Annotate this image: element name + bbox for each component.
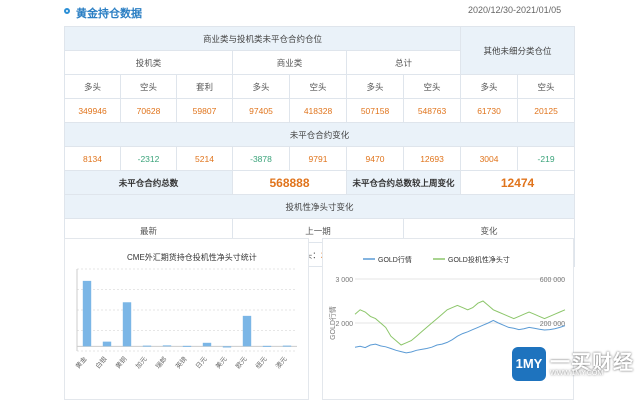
commercial-header: 商业类 <box>232 50 347 75</box>
y-left-label: GOLD行情 <box>328 306 337 340</box>
bar-chart-panel: CME外汇期货持仓投机性净头寸统计 黄金 白银 黄铜 加元 瑞郎 英镑 日元 美元 欧元 纽元 澳元 <box>64 238 309 400</box>
bar <box>282 345 292 347</box>
position-cell: 349946 <box>64 98 121 123</box>
x-tick-label: 加元 <box>133 354 149 370</box>
speculative-header: 投机类 <box>64 50 233 75</box>
bar-chart: 黄金 白银 黄铜 加元 瑞郎 英镑 日元 美元 欧元 纽元 澳元 <box>73 268 297 370</box>
logo-url: WWW.1MY.COM <box>550 370 604 377</box>
y-left-tick: 3 000 <box>335 277 353 284</box>
date-range: 2020/12/30-2021/01/05 <box>468 5 562 15</box>
y-left-tick: 2 000 <box>335 321 353 328</box>
position-cell: 20125 <box>517 98 576 123</box>
x-tick-label: 黄金 <box>73 354 89 370</box>
col-short: 空头 <box>517 74 576 99</box>
col-long: 多头 <box>232 74 290 99</box>
bar <box>142 345 152 347</box>
legend-label: GOLD投机性净头寸 <box>448 255 510 264</box>
x-tick-label: 黄铜 <box>113 354 129 370</box>
position-cell: 418328 <box>289 98 347 123</box>
page-header: 黄金持仓数据 2020/12/30-2021/01/05 <box>0 0 640 26</box>
oi-change-label: 未平仓合约总数较上周变化 <box>345 170 462 195</box>
change-cell: 8134 <box>64 146 121 171</box>
change-cell: 5214 <box>176 146 233 171</box>
oi-total-label: 未平仓合约总数 <box>64 170 233 195</box>
x-tick-label: 纽元 <box>253 354 269 370</box>
bar <box>222 346 232 348</box>
col-spread: 套利 <box>176 74 233 99</box>
x-tick-label: 英镑 <box>173 354 189 370</box>
change-cell: 9791 <box>289 146 347 171</box>
bar <box>122 302 132 347</box>
x-tick-label: 美元 <box>213 354 229 370</box>
col-long: 多头 <box>64 74 121 99</box>
bar <box>202 342 212 347</box>
x-tick-label: 瑞郎 <box>153 354 169 370</box>
x-tick-label: 澳元 <box>273 354 289 370</box>
col-short: 空头 <box>289 74 347 99</box>
bar <box>82 280 92 347</box>
position-cell: 97405 <box>232 98 290 123</box>
bar <box>102 341 112 347</box>
position-cell: 59807 <box>176 98 233 123</box>
noncommercial-header: 商业类与投机类未平仓合约仓位 <box>63 26 462 51</box>
brand-logo: 1MY 一买财经 WWW.1MY.COM <box>508 344 640 384</box>
title-bullet-icon <box>64 8 70 14</box>
bar <box>242 315 252 347</box>
col-long: 多头 <box>346 74 404 99</box>
x-tick-label: 日元 <box>194 355 209 370</box>
net-header: 投机性净头寸变化 <box>63 194 576 219</box>
col-long: 多头 <box>460 74 519 99</box>
x-tick-label: 欧元 <box>233 354 249 370</box>
other-header: 其他未细分类仓位 <box>460 26 576 75</box>
positions-table: 商业类与投机类未平仓合约仓位 其他未细分类仓位 投机类 商业类 总计 多头 空头… <box>63 26 576 267</box>
legend-label: GOLD行情 <box>378 255 412 264</box>
logo-badge: 1MY <box>512 347 546 381</box>
bar <box>182 345 192 347</box>
col-short: 空头 <box>120 74 177 99</box>
position-cell: 507158 <box>346 98 404 123</box>
bar <box>262 345 272 347</box>
position-cell: 70628 <box>120 98 177 123</box>
oi-total-value: 568888 <box>232 170 347 195</box>
total-header: 总计 <box>345 50 462 75</box>
position-cell: 548763 <box>402 98 462 123</box>
page-title: 黄金持仓数据 <box>76 8 142 20</box>
change-header: 未平仓合约变化 <box>63 122 576 147</box>
y-right-tick: 600 000 <box>540 277 565 284</box>
position-cell: 61730 <box>460 98 519 123</box>
change-cell: -3878 <box>232 146 290 171</box>
bar <box>162 345 172 347</box>
oi-change-value: 12474 <box>460 170 576 195</box>
change-cell: 12693 <box>402 146 462 171</box>
change-cell: -219 <box>517 146 576 171</box>
x-tick-label: 白银 <box>93 354 109 370</box>
col-short: 空头 <box>402 74 462 99</box>
change-cell: 3004 <box>460 146 519 171</box>
change-cell: -2312 <box>120 146 177 171</box>
change-cell: 9470 <box>346 146 404 171</box>
